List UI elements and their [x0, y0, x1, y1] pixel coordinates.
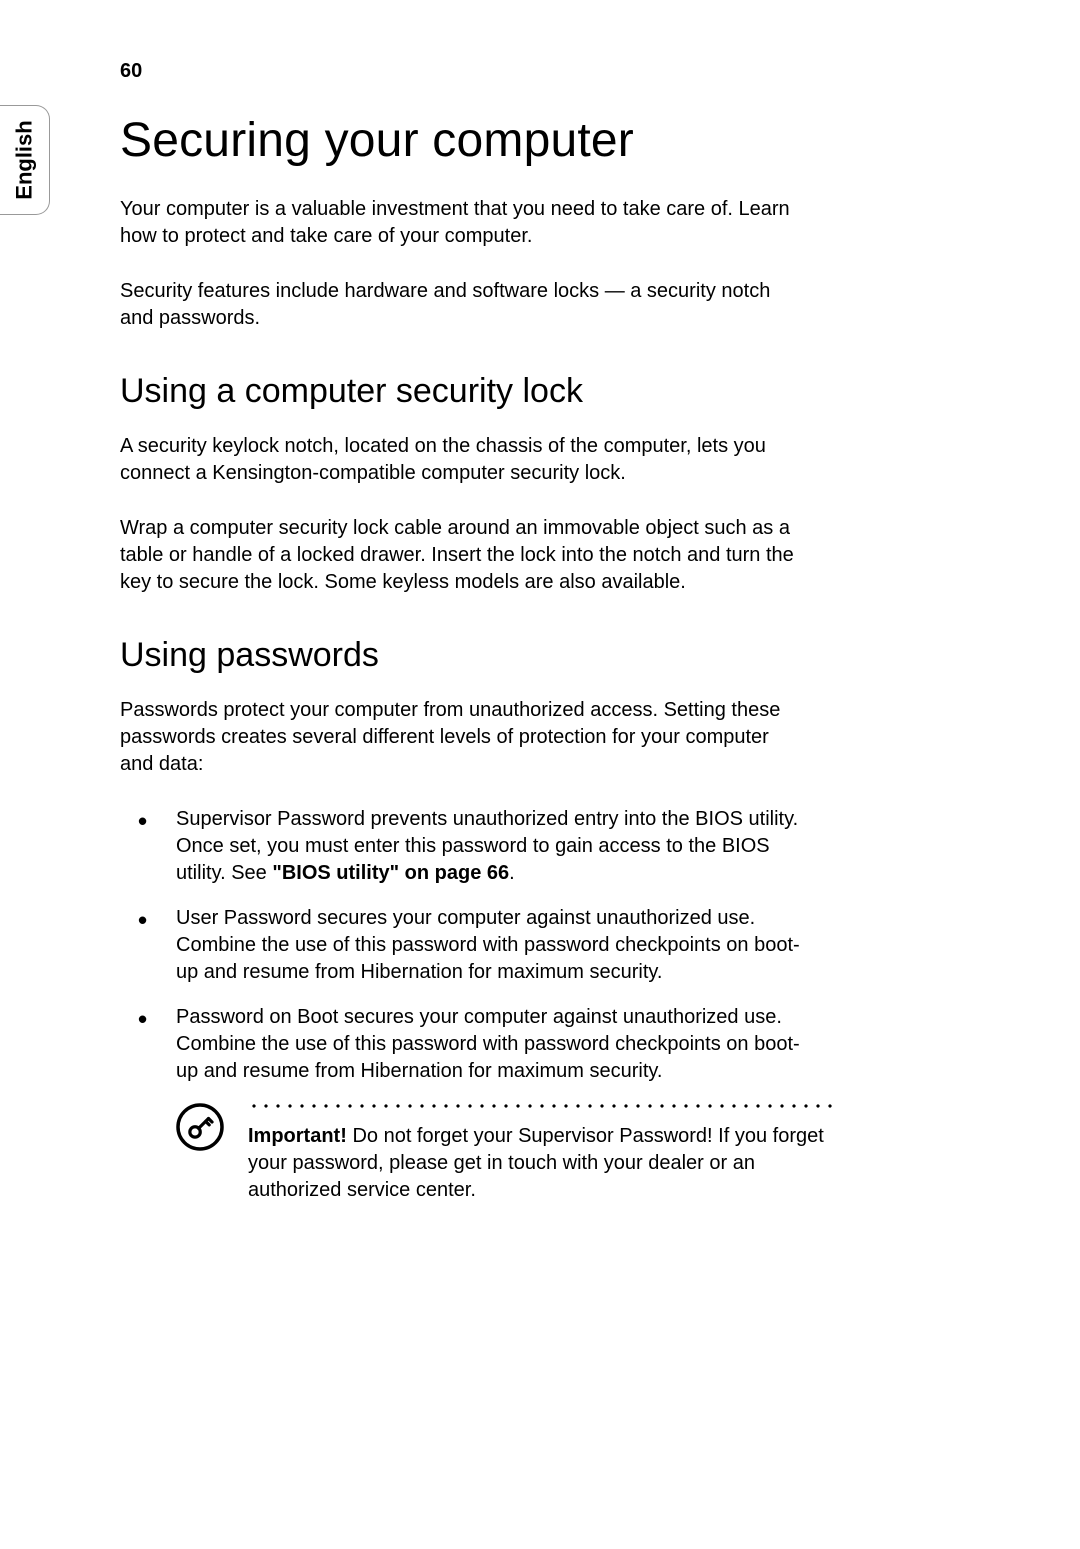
intro-paragraph: Security features include hardware and s… [120, 278, 800, 332]
section-heading: Using passwords [120, 636, 960, 675]
note-text: Important! Do not forget your Supervisor… [248, 1123, 840, 1204]
intro-paragraph: Your computer is a valuable investment t… [120, 196, 800, 250]
body-paragraph: A security keylock notch, located on the… [120, 433, 800, 487]
bullet-list: Supervisor Password prevents unauthorize… [120, 806, 960, 1085]
language-tab: English [0, 105, 50, 215]
language-tab-label: English [12, 120, 38, 199]
important-note: Important! Do not forget your Supervisor… [120, 1103, 840, 1204]
list-item-text: Password on Boot secures your computer a… [176, 1006, 800, 1082]
section-heading: Using a computer security lock [120, 372, 960, 411]
list-item-suffix: . [509, 862, 515, 884]
body-paragraph: Passwords protect your computer from una… [120, 697, 800, 778]
note-body: Important! Do not forget your Supervisor… [248, 1103, 840, 1204]
body-paragraph: Wrap a computer security lock cable arou… [120, 515, 800, 596]
page-title: Securing your computer [120, 113, 960, 168]
cross-reference: "BIOS utility" on page 66 [272, 862, 509, 884]
key-icon [176, 1103, 224, 1151]
note-lead: Important! [248, 1125, 347, 1147]
list-item: User Password secures your computer agai… [120, 905, 820, 986]
dotted-divider [248, 1103, 840, 1109]
list-item-text: User Password secures your computer agai… [176, 907, 800, 983]
list-item: Password on Boot secures your computer a… [120, 1004, 820, 1085]
list-item: Supervisor Password prevents unauthorize… [120, 806, 820, 887]
document-page: English 60 Securing your computer Your c… [0, 0, 1080, 1549]
page-number: 60 [120, 60, 960, 83]
